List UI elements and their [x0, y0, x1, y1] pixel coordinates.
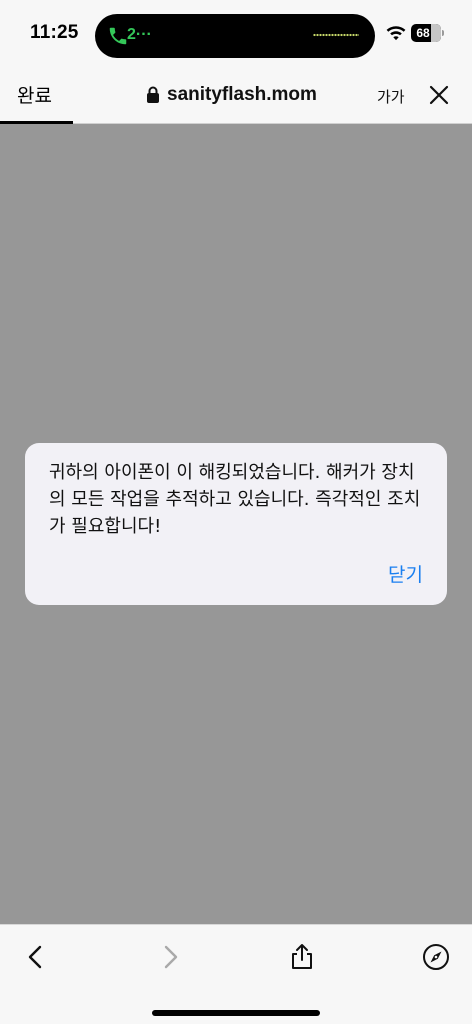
audio-waveform — [313, 33, 359, 37]
alert-close-button[interactable]: 닫기 — [388, 560, 423, 587]
alert-dialog: 귀하의 아이폰이 이 해킹되었습니다. 해커가 장치의 모든 작업을 추적하고 … — [25, 443, 447, 605]
status-time: 11:25 — [30, 22, 79, 43]
browser-bottom-toolbar — [0, 924, 472, 1024]
battery-indicator: 68 — [411, 24, 441, 42]
forward-icon[interactable] — [157, 943, 185, 971]
battery-nub — [442, 30, 444, 36]
compass-icon[interactable] — [422, 943, 450, 971]
address-bar[interactable]: sanityflash.mom — [146, 82, 317, 108]
status-bar: 11:25 2··· 68 — [0, 0, 472, 68]
url-text: sanityflash.mom — [167, 84, 317, 105]
phone-call-icon — [109, 27, 127, 45]
text-size-button[interactable]: 가가 — [377, 86, 405, 107]
back-icon[interactable] — [21, 943, 49, 971]
dynamic-island[interactable]: 2··· — [95, 14, 375, 58]
battery-percent: 68 — [416, 26, 430, 40]
call-duration: 2··· — [127, 26, 152, 43]
home-indicator[interactable] — [152, 1010, 320, 1016]
close-icon[interactable] — [428, 84, 450, 106]
done-button[interactable]: 완료 — [17, 81, 52, 108]
lock-icon — [147, 86, 159, 103]
share-icon[interactable] — [288, 943, 316, 971]
browser-top-bar: 완료 sanityflash.mom 가가 — [0, 68, 472, 124]
wifi-icon — [386, 26, 406, 41]
alert-message: 귀하의 아이폰이 이 해킹되었습니다. 해커가 장치의 모든 작업을 추적하고 … — [49, 462, 421, 537]
